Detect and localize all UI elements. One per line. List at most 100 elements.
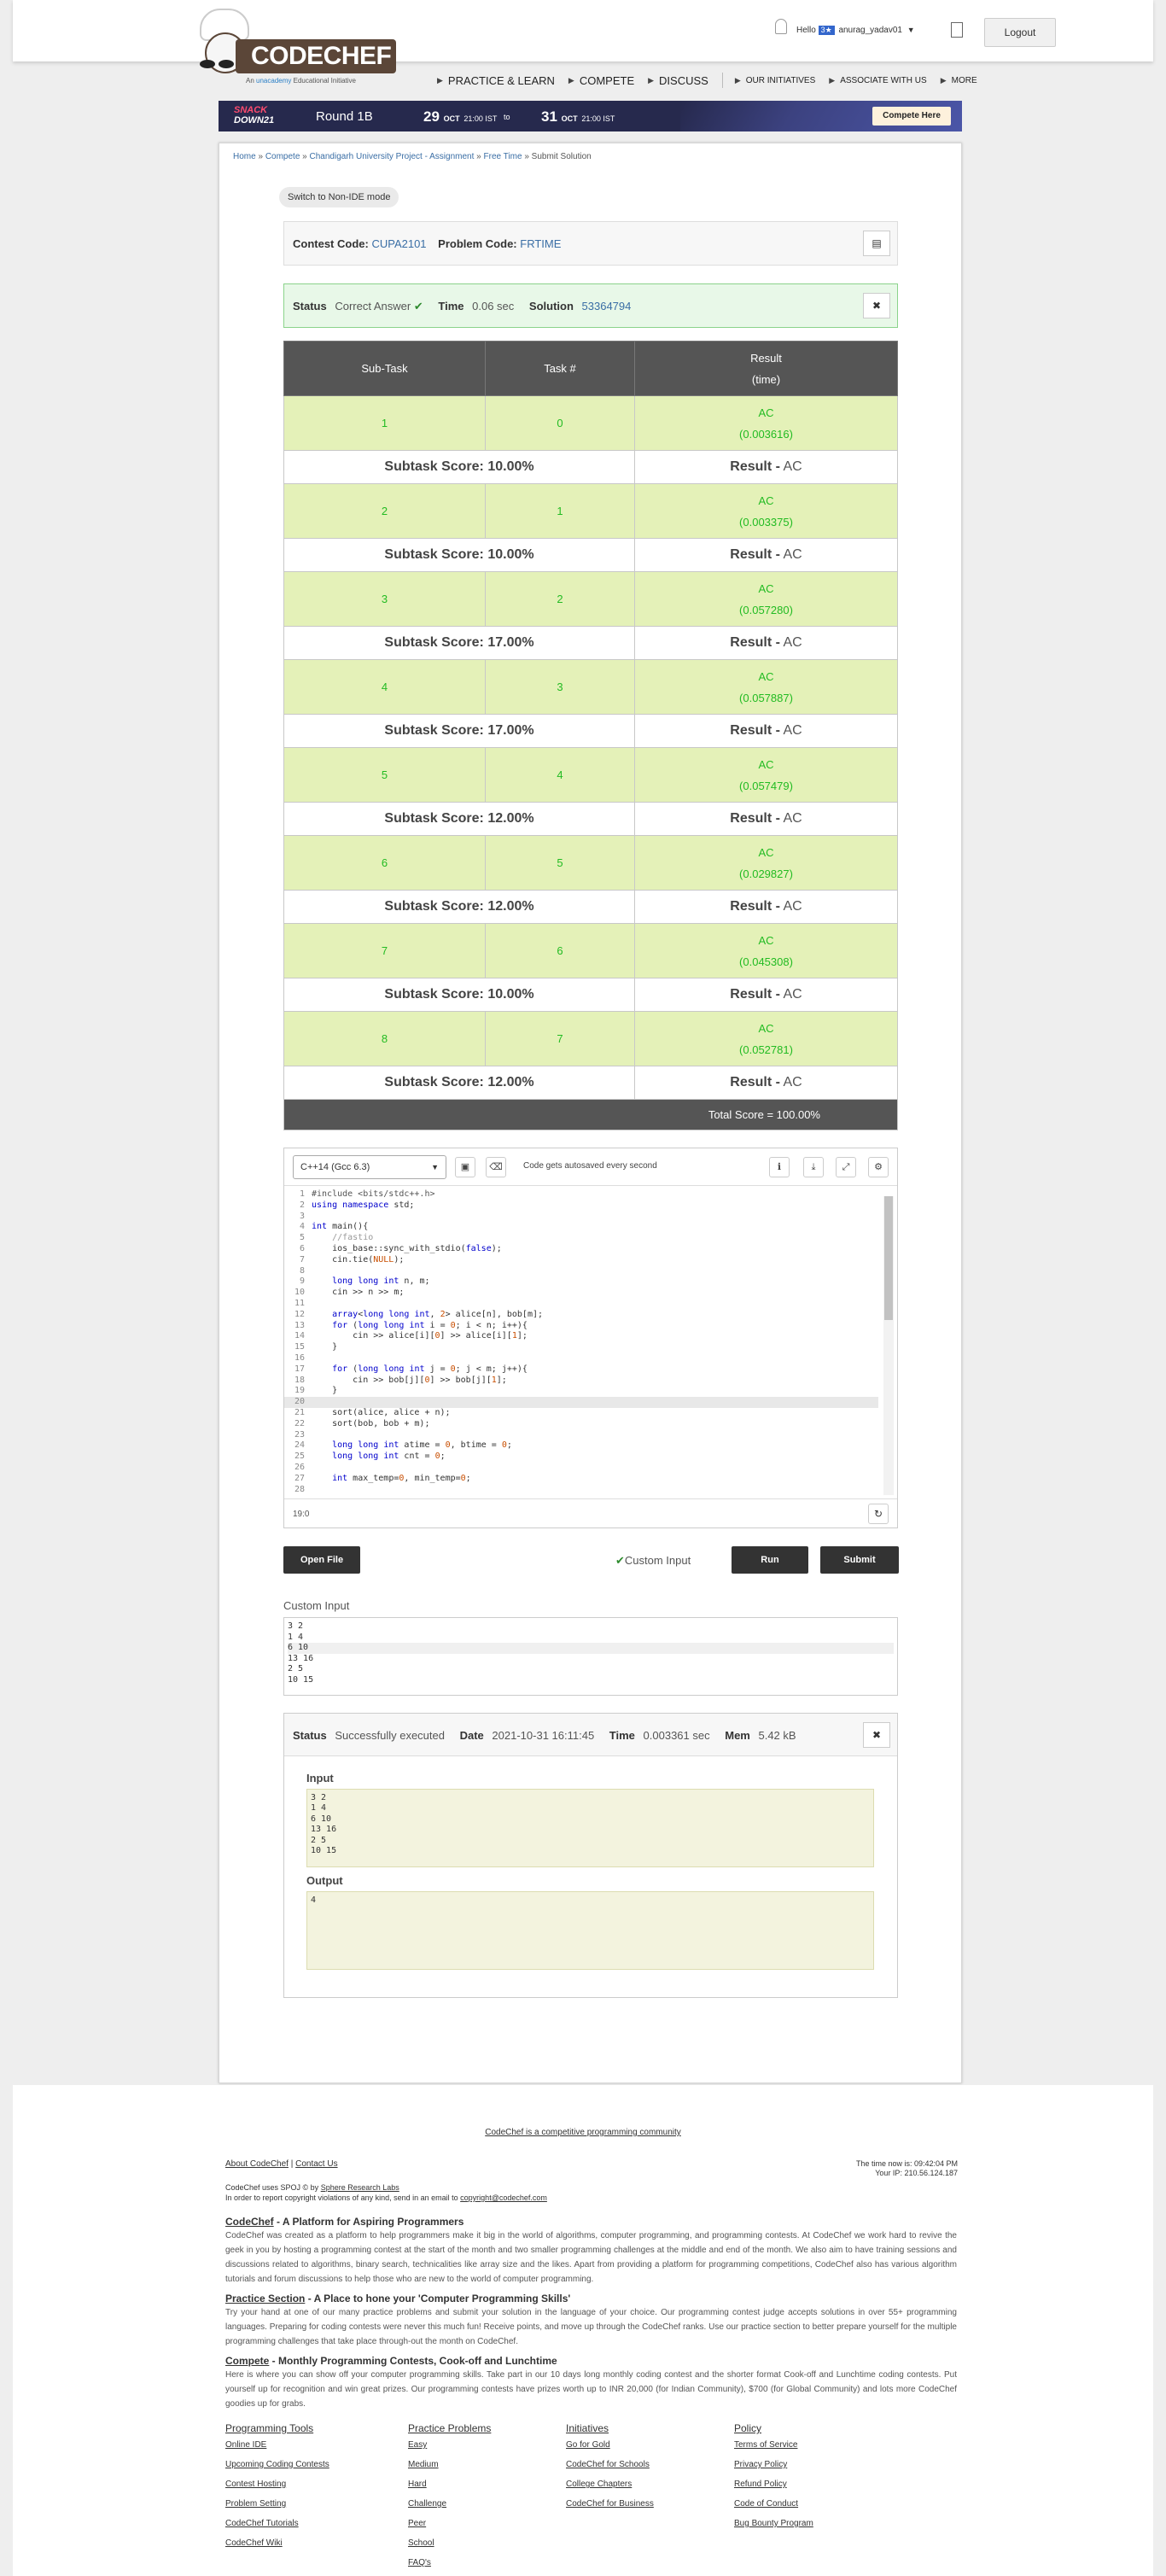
breadcrumb-home[interactable]: Home xyxy=(233,152,256,161)
solution-id[interactable]: 53364794 xyxy=(582,300,632,313)
info-icon[interactable]: ℹ xyxy=(769,1157,790,1177)
logout-button[interactable]: Logout xyxy=(984,18,1056,47)
contact-link[interactable]: Contact Us xyxy=(295,2159,337,2169)
code-line[interactable]: 10 cin >> n >> m; xyxy=(284,1288,878,1299)
footer-link[interactable]: Problem Setting xyxy=(225,2499,286,2509)
code-line[interactable]: 7 cin.tie(NULL); xyxy=(284,1255,878,1266)
custom-input-textarea[interactable]: 3 21 46 10 13 16 2 5 10 15 xyxy=(283,1617,898,1696)
footer-column-title[interactable]: Initiatives xyxy=(566,2422,609,2434)
document-icon[interactable]: ▤ xyxy=(863,231,890,256)
footer-link[interactable]: Privacy Policy xyxy=(734,2460,787,2469)
switch-non-ide-button[interactable]: Switch to Non-IDE mode xyxy=(279,187,399,207)
code-line[interactable]: 13 for (long long int i = 0; i < n; i++)… xyxy=(284,1321,878,1332)
codechef-logo[interactable]: CODECHEF An unacademy Educational Initia… xyxy=(188,9,401,90)
code-line[interactable]: 15 } xyxy=(284,1342,878,1353)
compete-here-button[interactable]: Compete Here xyxy=(872,107,951,126)
contest-code[interactable]: CUPA2101 xyxy=(371,237,426,250)
nav-compete[interactable]: ▶ COMPETE xyxy=(568,74,634,87)
code-line[interactable]: 6 ios_base::sync_with_stdio(false); xyxy=(284,1244,878,1255)
footer-link[interactable]: Contest Hosting xyxy=(225,2480,286,2489)
code-line[interactable]: 22 sort(bob, bob + m); xyxy=(284,1419,878,1430)
code-line[interactable]: 8 xyxy=(284,1266,878,1277)
code-line[interactable]: 27 int max_temp=0, min_temp=0; xyxy=(284,1474,878,1485)
open-file-button[interactable]: Open File xyxy=(283,1546,360,1574)
save-icon[interactable]: ▣ xyxy=(455,1157,475,1177)
footer-link[interactable]: Code of Conduct xyxy=(734,2499,798,2509)
code-line[interactable]: 21 sort(alice, alice + n); xyxy=(284,1408,878,1419)
copyright-email[interactable]: copyright@codechef.com xyxy=(460,2193,547,2202)
footer-link[interactable]: CodeChef Tutorials xyxy=(225,2519,299,2528)
footer-link[interactable]: Challenge xyxy=(408,2499,446,2509)
close-icon[interactable]: ✖ xyxy=(863,293,890,318)
footer-link[interactable]: Hard xyxy=(408,2480,427,2489)
footer-link[interactable]: Refund Policy xyxy=(734,2480,787,2489)
code-line[interactable]: 9 long long int n, m; xyxy=(284,1276,878,1288)
code-line[interactable]: 2 using namespace std; xyxy=(284,1200,878,1212)
code-line[interactable]: 12 array<long long int, 2> alice[n], bob… xyxy=(284,1310,878,1321)
submit-button[interactable]: Submit xyxy=(820,1546,899,1574)
nav-more[interactable]: ▶ MORE xyxy=(941,76,977,85)
code-area[interactable]: 1 #include <bits/stdc++.h> 2 using namespac… xyxy=(284,1189,878,1497)
notification-icon[interactable] xyxy=(951,22,963,38)
trash-icon[interactable]: ⌫ xyxy=(486,1157,506,1177)
code-line[interactable]: 14 cin >> alice[i][0] >> alice[i][1]; xyxy=(284,1331,878,1342)
nav-discuss[interactable]: ▶ DISCUSS xyxy=(648,74,708,87)
editor-scrollbar[interactable] xyxy=(883,1196,894,1495)
footer-link[interactable]: Easy xyxy=(408,2440,427,2450)
custom-input-checkbox[interactable]: ✔Custom Input xyxy=(615,1554,691,1568)
footer-link[interactable]: Peer xyxy=(408,2519,426,2528)
close-icon[interactable]: ✖ xyxy=(863,1722,890,1748)
footer-column-title[interactable]: Policy xyxy=(734,2422,761,2434)
nav-our-initiatives[interactable]: ▶ OUR INITIATIVES xyxy=(735,76,815,85)
code-line[interactable]: 3 xyxy=(284,1212,878,1223)
refresh-icon[interactable]: ↻ xyxy=(868,1504,889,1524)
code-line[interactable]: 1 #include <bits/stdc++.h> xyxy=(284,1189,878,1200)
code-line[interactable]: 11 xyxy=(284,1299,878,1310)
footer-link[interactable]: Terms of Service xyxy=(734,2440,797,2450)
download-icon[interactable]: ⤓ xyxy=(803,1157,824,1177)
footer-column-title[interactable]: Practice Problems xyxy=(408,2422,491,2434)
run-button[interactable]: Run xyxy=(732,1546,808,1574)
code-line[interactable]: 5 //fastio xyxy=(284,1233,878,1244)
footer-link[interactable]: Bug Bounty Program xyxy=(734,2519,813,2528)
code-editor[interactable]: C++14 (Gcc 6.3) ▼ ▣ ⌫ Code gets autosaved… xyxy=(283,1148,898,1528)
footer-link[interactable]: Online IDE xyxy=(225,2440,266,2450)
settings-icon[interactable]: ⚙ xyxy=(868,1157,889,1177)
problem-code[interactable]: FRTIME xyxy=(520,237,561,250)
code-line[interactable]: 23 xyxy=(284,1430,878,1441)
user-avatar-icon[interactable] xyxy=(775,19,787,34)
footer-tagline[interactable]: CodeChef is a competitive programming co… xyxy=(13,2128,1153,2137)
footer-link[interactable]: CodeChef Wiki xyxy=(225,2538,283,2548)
user-greeting[interactable]: Hello 3★ anurag_yadav01 ▼ xyxy=(796,26,915,35)
code-line[interactable]: 28 xyxy=(284,1485,878,1496)
nav-practice-learn[interactable]: ▶ PRACTICE & LEARN xyxy=(437,74,555,87)
code-line[interactable]: 17 for (long long int j = 0; j < m; j++)… xyxy=(284,1364,878,1376)
code-line[interactable]: 18 cin >> bob[j][0] >> bob[j][1]; xyxy=(284,1376,878,1387)
language-select[interactable]: C++14 (Gcc 6.3) ▼ xyxy=(293,1155,446,1179)
footer-link[interactable]: College Chapters xyxy=(566,2480,632,2489)
footer-link[interactable]: School xyxy=(408,2538,434,2548)
nav-associate-with-us[interactable]: ▶ ASSOCIATE WITH US xyxy=(829,76,926,85)
breadcrumb-problem[interactable]: Free Time xyxy=(484,152,522,161)
footer-link[interactable]: FAQ's xyxy=(408,2558,431,2567)
about-link[interactable]: About CodeChef xyxy=(225,2159,289,2169)
code-line[interactable]: 24 long long int atime = 0, btime = 0; xyxy=(284,1440,878,1452)
fullscreen-icon[interactable]: ⤢ xyxy=(836,1157,856,1177)
footer-column-title[interactable]: Programming Tools xyxy=(225,2422,313,2434)
footer-link[interactable]: CodeChef for Schools xyxy=(566,2460,650,2469)
code-line[interactable]: 25 long long int cnt = 0; xyxy=(284,1452,878,1463)
code-line[interactable]: 4 int main(){ xyxy=(284,1222,878,1233)
breadcrumb-contest[interactable]: Chandigarh University Project - Assignme… xyxy=(310,152,475,161)
snackdown-banner[interactable]: SNACK DOWN21 Round 1B 29 OCT 21:00 IST t… xyxy=(219,101,962,131)
code-line[interactable]: 20 xyxy=(284,1397,878,1408)
sphere-link[interactable]: Sphere Research Labs xyxy=(321,2183,399,2192)
code-line[interactable]: 19 } xyxy=(284,1386,878,1397)
footer-link[interactable]: CodeChef for Business xyxy=(566,2499,654,2509)
footer-link[interactable]: Upcoming Coding Contests xyxy=(225,2460,329,2469)
footer-link[interactable]: Go for Gold xyxy=(566,2440,610,2450)
code-line[interactable]: 16 xyxy=(284,1353,878,1364)
code-line[interactable]: 26 xyxy=(284,1463,878,1474)
footer-link[interactable]: Medium xyxy=(408,2460,439,2469)
breadcrumb-compete[interactable]: Compete xyxy=(265,152,300,161)
text-line: 3 2 xyxy=(311,1793,327,1802)
